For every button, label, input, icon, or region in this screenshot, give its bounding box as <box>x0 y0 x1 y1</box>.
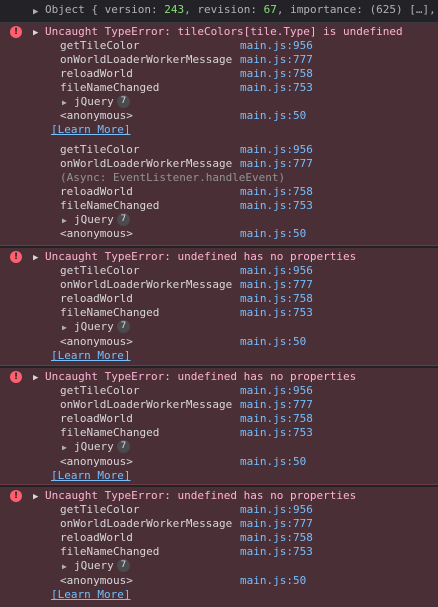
jquery-frame-group[interactable]: jQuery <box>74 440 114 454</box>
console-error-message[interactable]: ! ▶ Uncaught TypeError: undefined has no… <box>0 487 438 607</box>
stack-frame-location[interactable]: main.js:956 <box>240 143 313 157</box>
object-preview: Object { version: 243, revision: 67, imp… <box>45 3 438 16</box>
stack-frame-location[interactable]: main.js:753 <box>240 545 313 559</box>
stack-frame-function: onWorldLoaderWorkerMessage <box>60 53 233 66</box>
stack-frame-function: reloadWorld <box>60 185 133 198</box>
console-error-message[interactable]: ! ▶ Uncaught TypeError: tileColors[tile.… <box>0 23 438 246</box>
stack-frame-location[interactable]: main.js:758 <box>240 531 313 545</box>
jquery-frame-group[interactable]: jQuery <box>74 559 114 573</box>
expand-triangle-icon[interactable]: ▶ <box>62 96 67 110</box>
stack-frame-location[interactable]: main.js:753 <box>240 199 313 213</box>
expand-triangle-icon[interactable]: ▶ <box>62 441 67 455</box>
error-message-text: Uncaught TypeError: undefined has no pro… <box>45 250 357 263</box>
console-error-message[interactable]: ! ▶ Uncaught TypeError: undefined has no… <box>0 248 438 366</box>
learn-more-link[interactable]: [Learn More] <box>51 123 130 137</box>
expand-triangle-icon[interactable]: ▶ <box>62 214 67 228</box>
stack-frame-location[interactable]: main.js:956 <box>240 384 313 398</box>
expand-triangle-icon[interactable]: ▶ <box>62 321 67 335</box>
stack-frame-location[interactable]: main.js:777 <box>240 398 313 412</box>
expand-triangle-icon[interactable]: ▶ <box>33 251 38 265</box>
stack-frame-function: onWorldLoaderWorkerMessage <box>60 398 233 411</box>
stack-frame-function: fileNameChanged <box>60 81 160 94</box>
stack-frame-function: <anonymous> <box>60 109 133 122</box>
error-message-text: Uncaught TypeError: undefined has no pro… <box>45 489 357 502</box>
expand-triangle-icon[interactable]: ▶ <box>33 5 38 19</box>
jquery-frame-group[interactable]: jQuery <box>74 213 114 227</box>
stack-frame-function: reloadWorld <box>60 292 133 305</box>
stack-frame-function: onWorldLoaderWorkerMessage <box>60 157 233 170</box>
console-error-message[interactable]: ! ▶ Uncaught TypeError: undefined has no… <box>0 368 438 485</box>
frame-count-badge: 7 <box>117 320 130 333</box>
stack-frame-function: getTileColor <box>60 39 140 52</box>
stack-frame-location[interactable]: main.js:777 <box>240 278 313 292</box>
error-message-text: Uncaught TypeError: tileColors[tile.Type… <box>45 25 403 38</box>
stack-frame-function: fileNameChanged <box>60 306 160 319</box>
stack-frame-function: getTileColor <box>60 143 140 156</box>
stack-frame-function: fileNameChanged <box>60 199 160 212</box>
error-icon: ! <box>10 26 22 38</box>
error-icon: ! <box>10 371 22 383</box>
stack-frame-location[interactable]: main.js:758 <box>240 412 313 426</box>
stack-frame-location[interactable]: main.js:758 <box>240 185 313 199</box>
stack-frame-location[interactable]: main.js:50 <box>240 455 306 469</box>
stack-frame-function: getTileColor <box>60 384 140 397</box>
stack-frame-function: reloadWorld <box>60 531 133 544</box>
stack-frame-location[interactable]: main.js:956 <box>240 503 313 517</box>
frame-count-badge: 7 <box>117 559 130 572</box>
stack-frame-function: <anonymous> <box>60 227 133 240</box>
learn-more-link[interactable]: [Learn More] <box>51 349 130 363</box>
stack-frame-function: onWorldLoaderWorkerMessage <box>60 517 233 530</box>
stack-frame-location[interactable]: main.js:50 <box>240 574 306 588</box>
stack-frame-function: getTileColor <box>60 264 140 277</box>
expand-triangle-icon[interactable]: ▶ <box>62 560 67 574</box>
stack-frame-function: <anonymous> <box>60 455 133 468</box>
stack-frame-location[interactable]: main.js:777 <box>240 53 313 67</box>
frame-count-badge: 7 <box>117 213 130 226</box>
async-boundary-label: (Async: EventListener.handleEvent) <box>60 171 286 184</box>
stack-frame-function: <anonymous> <box>60 574 133 587</box>
expand-triangle-icon[interactable]: ▶ <box>33 26 38 40</box>
stack-frame-location[interactable]: main.js:50 <box>240 227 306 241</box>
stack-frame-location[interactable]: main.js:50 <box>240 335 306 349</box>
expand-triangle-icon[interactable]: ▶ <box>33 371 38 385</box>
stack-frame-location[interactable]: main.js:50 <box>240 109 306 123</box>
error-message-text: Uncaught TypeError: undefined has no pro… <box>45 370 357 383</box>
stack-frame-location[interactable]: main.js:758 <box>240 67 313 81</box>
expand-triangle-icon[interactable]: ▶ <box>33 490 38 504</box>
stack-frame-location[interactable]: main.js:753 <box>240 426 313 440</box>
stack-frame-location[interactable]: main.js:753 <box>240 81 313 95</box>
learn-more-link[interactable]: [Learn More] <box>51 588 130 602</box>
stack-frame-location[interactable]: main.js:956 <box>240 264 313 278</box>
error-icon: ! <box>10 251 22 263</box>
learn-more-link[interactable]: [Learn More] <box>51 469 130 483</box>
stack-frame-function: fileNameChanged <box>60 545 160 558</box>
stack-frame-function: reloadWorld <box>60 67 133 80</box>
frame-count-badge: 7 <box>117 440 130 453</box>
stack-frame-function: onWorldLoaderWorkerMessage <box>60 278 233 291</box>
stack-frame-location[interactable]: main.js:777 <box>240 157 313 171</box>
stack-frame-function: <anonymous> <box>60 335 133 348</box>
stack-frame-location[interactable]: main.js:753 <box>240 306 313 320</box>
stack-frame-function: reloadWorld <box>60 412 133 425</box>
stack-frame-location[interactable]: main.js:758 <box>240 292 313 306</box>
error-icon: ! <box>10 490 22 502</box>
stack-frame-function: fileNameChanged <box>60 426 160 439</box>
stack-frame-function: getTileColor <box>60 503 140 516</box>
stack-frame-location[interactable]: main.js:956 <box>240 39 313 53</box>
stack-frame-location[interactable]: main.js:777 <box>240 517 313 531</box>
jquery-frame-group[interactable]: jQuery <box>74 95 114 109</box>
frame-count-badge: 7 <box>117 95 130 108</box>
console-object-row[interactable]: ▶ Object { version: 243, revision: 67, i… <box>0 0 438 23</box>
jquery-frame-group[interactable]: jQuery <box>74 320 114 334</box>
